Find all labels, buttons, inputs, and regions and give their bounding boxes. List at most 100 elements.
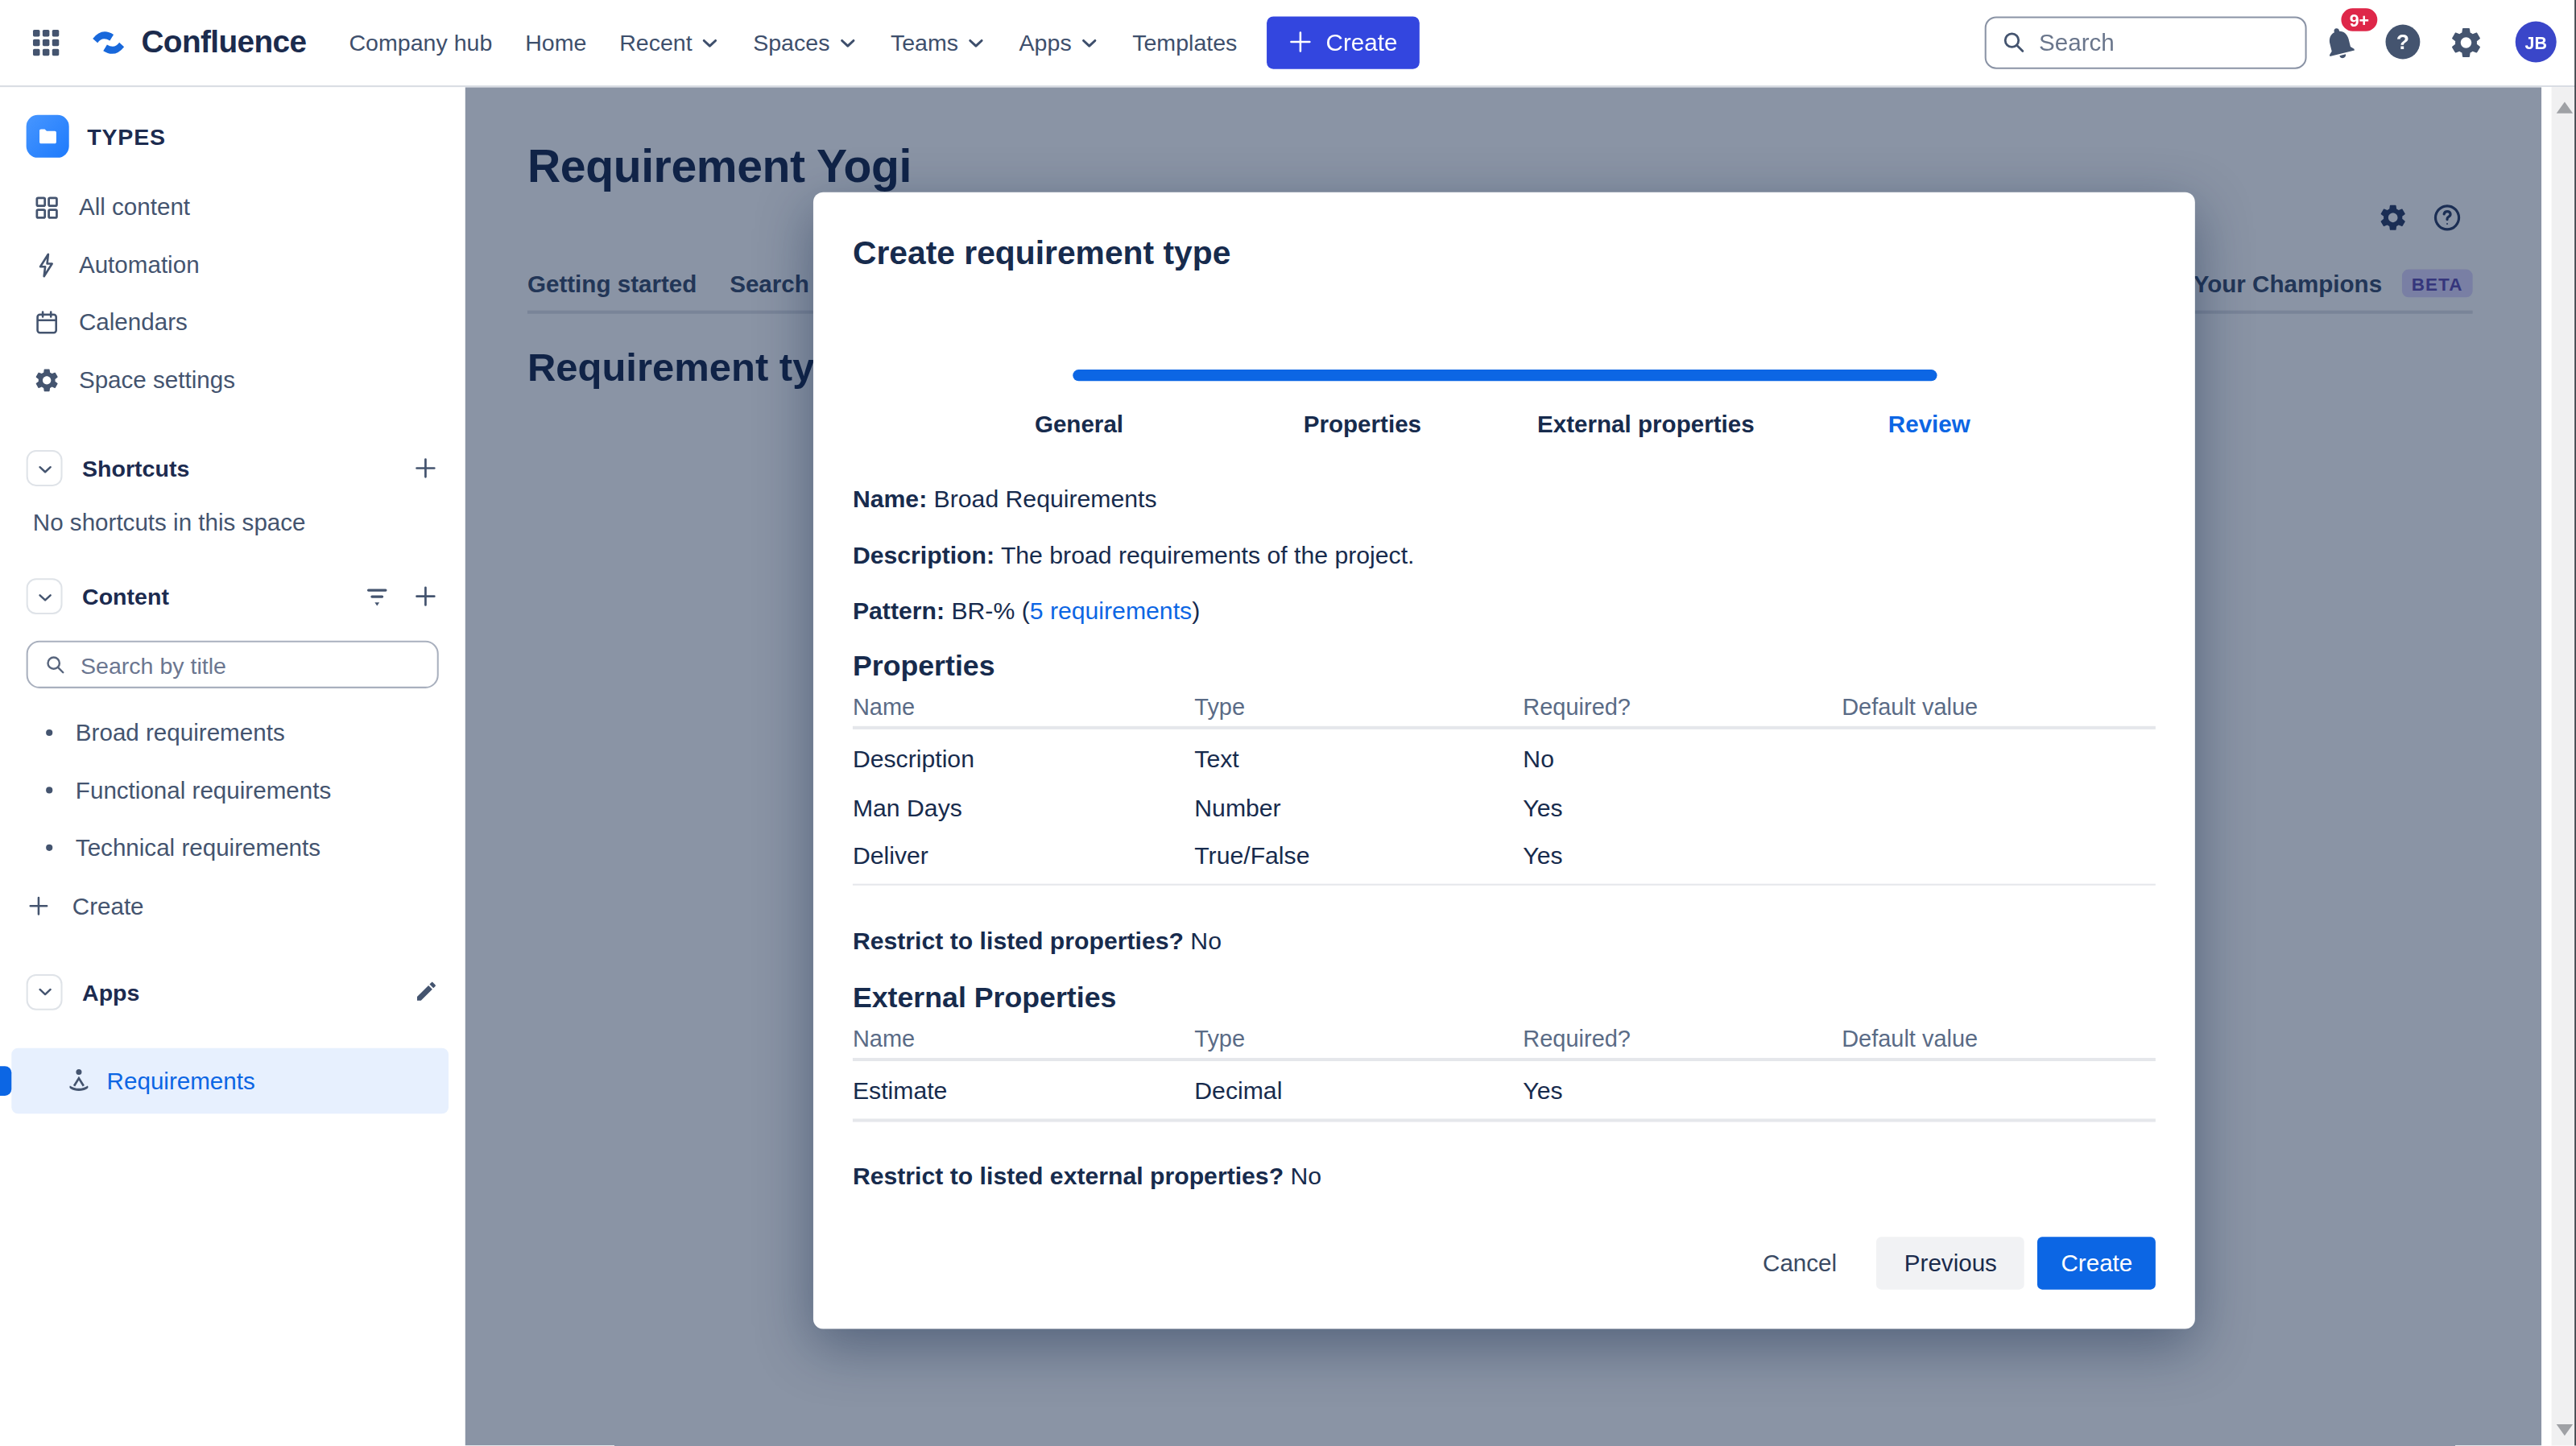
dialog-buttons: Cancel Previous Create	[853, 1236, 2156, 1288]
table-divider	[853, 726, 2156, 729]
pencil-icon[interactable]	[414, 979, 439, 1004]
requirements-count-link[interactable]: 5 requirements	[1030, 598, 1192, 625]
step-properties[interactable]: Properties	[1221, 411, 1504, 437]
nav-home[interactable]: Home	[525, 29, 586, 56]
step-review[interactable]: Review	[1788, 411, 2071, 437]
global-search-input[interactable]: Search	[1985, 16, 2307, 68]
shortcuts-empty-note: No shortcuts in this space	[0, 506, 465, 539]
nav-recent[interactable]: Recent	[619, 29, 720, 56]
sidebar-item-calendars[interactable]: Calendars	[0, 293, 465, 350]
sidebar-item-all-content[interactable]: All content	[0, 178, 465, 235]
chevron-down-icon	[966, 32, 986, 52]
sidebar-create-button[interactable]: Create	[0, 878, 465, 935]
properties-table-header: NameTypeRequired?Default value	[853, 692, 2156, 721]
collapse-shortcuts-button[interactable]	[27, 450, 63, 486]
table-row: EstimateDecimalYes	[853, 1067, 2156, 1115]
question-mark-icon: ?	[2386, 25, 2421, 60]
table-divider	[853, 1118, 2156, 1121]
table-divider	[853, 883, 2156, 886]
nav-teams[interactable]: Teams	[891, 29, 986, 56]
cancel-button[interactable]: Cancel	[1736, 1236, 1863, 1288]
user-avatar[interactable]: JB	[2516, 22, 2557, 63]
bullet-icon	[46, 729, 52, 736]
global-create-button[interactable]: Create	[1267, 16, 1419, 68]
top-nav-menu: Company hub Home Recent Spaces Teams App…	[349, 29, 1237, 56]
add-shortcut-icon[interactable]	[412, 455, 439, 481]
sidebar-item-automation[interactable]: Automation	[0, 236, 465, 293]
collapse-content-button[interactable]	[27, 578, 63, 614]
top-navigation-bar: Confluence Company hub Home Recent Space…	[0, 0, 2576, 86]
scroll-down-arrow-icon[interactable]	[2557, 1425, 2573, 1436]
table-row: DeliverTrue/FalseYes	[853, 832, 2156, 880]
page-item-technical-requirements[interactable]: Technical requirements	[0, 819, 465, 876]
calendar-icon	[33, 308, 61, 337]
confluence-logo[interactable]: Confluence	[87, 21, 306, 64]
space-header[interactable]: TYPES	[0, 86, 465, 157]
help-button[interactable]: ?	[2386, 25, 2421, 60]
apps-section-header: Apps	[0, 964, 465, 1019]
filter-icon[interactable]	[363, 582, 391, 610]
topbar-right-group: Search 9+ ? JB	[1985, 16, 2557, 68]
confluence-app: Confluence Company hub Home Recent Space…	[0, 0, 2576, 1446]
nav-spaces[interactable]: Spaces	[753, 29, 858, 56]
restrict-external-properties-row: Restrict to listed external properties? …	[853, 1160, 2156, 1190]
yogi-icon	[64, 1065, 94, 1095]
page-scrollbar[interactable]	[2541, 86, 2576, 1446]
notifications-button[interactable]: 9+	[2322, 24, 2358, 60]
lightning-icon	[33, 250, 61, 279]
create-button[interactable]: Create	[2038, 1236, 2156, 1288]
collapse-apps-button[interactable]	[27, 973, 63, 1010]
scroll-up-arrow-icon[interactable]	[2557, 101, 2573, 112]
step-external-properties[interactable]: External properties	[1504, 411, 1788, 437]
grid-icon	[33, 193, 61, 221]
chevron-down-icon	[838, 32, 858, 52]
nav-company-hub[interactable]: Company hub	[349, 29, 492, 56]
content-title: Content	[82, 583, 363, 609]
create-requirement-type-dialog: Create requirement type General Properti…	[813, 192, 2195, 1329]
progress-bar	[1072, 370, 1936, 381]
sidebar-item-space-settings[interactable]: Space settings	[0, 351, 465, 408]
settings-button[interactable]	[2448, 24, 2484, 60]
table-row: DescriptionTextNo	[853, 735, 2156, 783]
shortcuts-section-header: Shortcuts	[0, 440, 465, 496]
scrollbar-track[interactable]	[2552, 86, 2574, 1446]
restrict-properties-row: Restrict to listed properties? No	[853, 927, 2156, 956]
page-item-functional-requirements[interactable]: Functional requirements	[0, 762, 465, 819]
previous-button[interactable]: Previous	[1876, 1236, 2024, 1288]
external-properties-table-body: EstimateDecimalYes	[853, 1067, 2156, 1115]
page-item-broad-requirements[interactable]: Broad requirements	[0, 704, 465, 761]
table-divider	[853, 1058, 2156, 1060]
shortcuts-title: Shortcuts	[82, 455, 412, 481]
plus-icon	[27, 894, 52, 919]
external-properties-table-header: NameTypeRequired?Default value	[853, 1024, 2156, 1054]
confluence-logo-icon	[87, 21, 130, 64]
requirements-label: Requirements	[107, 1067, 255, 1093]
wizard-progress: General Properties External properties R…	[937, 370, 2071, 437]
bullet-icon	[46, 787, 52, 793]
nav-templates[interactable]: Templates	[1132, 29, 1237, 56]
space-nav: All content Automation Calendars Space s…	[0, 178, 465, 408]
chevron-down-icon	[35, 982, 53, 1000]
space-name: TYPES	[87, 122, 166, 149]
space-avatar	[27, 114, 69, 157]
gear-icon	[33, 366, 61, 394]
folder-icon	[36, 124, 60, 147]
plus-icon	[1288, 30, 1313, 55]
apps-title: Apps	[82, 978, 414, 1005]
sidebar-search-input[interactable]: Search by title	[27, 641, 439, 688]
space-sidebar: TYPES All content Automation Calendars S…	[0, 86, 465, 1446]
gear-icon	[2448, 24, 2484, 60]
chevron-down-icon	[35, 587, 53, 605]
bullet-icon	[46, 845, 52, 851]
add-content-icon[interactable]	[412, 583, 439, 609]
nav-apps[interactable]: Apps	[1019, 29, 1100, 56]
chevron-down-icon	[35, 459, 53, 477]
review-description-row: Description: The broad requirements of t…	[853, 540, 2156, 570]
app-switcher-icon[interactable]	[30, 26, 63, 59]
notifications-count-badge: 9+	[2338, 5, 2380, 35]
step-general[interactable]: General	[937, 411, 1221, 437]
sidebar-item-requirements[interactable]: Requirements	[11, 1047, 449, 1113]
review-pattern-row: Pattern: BR-% (5 requirements)	[853, 597, 2156, 626]
table-row: Man DaysNumberYes	[853, 783, 2156, 832]
properties-heading: Properties	[853, 647, 2156, 684]
